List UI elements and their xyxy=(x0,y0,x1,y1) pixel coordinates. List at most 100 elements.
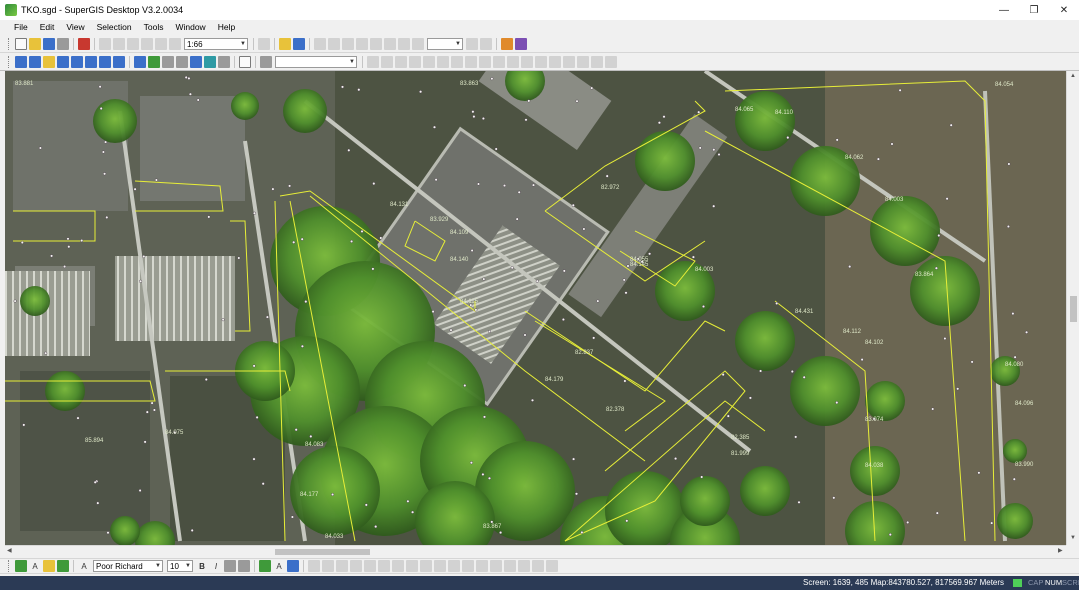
copy-icon[interactable] xyxy=(113,38,125,50)
align-tool-icon[interactable] xyxy=(546,560,558,572)
scroll-left-icon[interactable]: ◀ xyxy=(7,547,12,554)
layout-tool-icon[interactable] xyxy=(466,38,478,50)
overview-icon[interactable] xyxy=(218,55,230,68)
align-tool-icon[interactable] xyxy=(308,560,320,572)
fill-bucket-icon[interactable] xyxy=(259,560,271,572)
menu-selection[interactable]: Selection xyxy=(91,22,138,32)
sketch-tool-icon[interactable] xyxy=(437,55,449,68)
open-folder-icon[interactable] xyxy=(29,38,41,50)
hand-icon[interactable] xyxy=(258,38,270,50)
align-tool-icon[interactable] xyxy=(420,560,432,572)
identify-icon[interactable] xyxy=(134,55,146,68)
restore-button[interactable]: ❐ xyxy=(1019,0,1049,20)
redo-icon[interactable] xyxy=(169,38,181,50)
close-button[interactable]: ✕ xyxy=(1049,0,1079,20)
sketch-tool-icon[interactable] xyxy=(549,55,561,68)
select-features-icon[interactable] xyxy=(148,55,160,68)
sketch-tool-icon[interactable] xyxy=(479,55,491,68)
align-tool-icon[interactable] xyxy=(406,560,418,572)
sketch-tool-icon[interactable] xyxy=(507,55,519,68)
font-size-combo[interactable]: 10 ▼ xyxy=(167,560,193,572)
align-tool-icon[interactable] xyxy=(378,560,390,572)
toolbar-grip[interactable] xyxy=(8,55,11,68)
layout-tool-icon[interactable] xyxy=(480,38,492,50)
layout-tool-icon[interactable] xyxy=(398,38,410,50)
zoom-layer-icon[interactable] xyxy=(85,55,97,68)
align-tool-icon[interactable] xyxy=(490,560,502,572)
menu-view[interactable]: View xyxy=(60,22,90,32)
menu-window[interactable]: Window xyxy=(169,22,211,32)
menu-edit[interactable]: Edit xyxy=(34,22,61,32)
sketch-tool-icon[interactable] xyxy=(395,55,407,68)
sketch-tool-icon[interactable] xyxy=(409,55,421,68)
sketch-tool-icon[interactable] xyxy=(563,55,575,68)
measure-icon[interactable] xyxy=(190,55,202,68)
align-tool-icon[interactable] xyxy=(532,560,544,572)
align-tool-icon[interactable] xyxy=(448,560,460,572)
sketch-tool-icon[interactable] xyxy=(381,55,393,68)
help-pointer-icon[interactable] xyxy=(293,38,305,50)
new-document-icon[interactable] xyxy=(15,38,27,50)
vertical-scroll-thumb[interactable] xyxy=(1070,296,1077,322)
align-tool-icon[interactable] xyxy=(322,560,334,572)
layout-tool-icon[interactable] xyxy=(314,38,326,50)
font-color-icon[interactable]: A xyxy=(273,560,285,572)
minimize-button[interactable]: — xyxy=(989,0,1019,20)
layout-tool-icon[interactable] xyxy=(342,38,354,50)
sketch-tool-icon[interactable] xyxy=(521,55,533,68)
paste-icon[interactable] xyxy=(127,38,139,50)
layout-zoom-combo[interactable]: ▼ xyxy=(427,38,463,50)
scroll-right-icon[interactable]: ▶ xyxy=(1058,547,1063,554)
undo-icon[interactable] xyxy=(155,38,167,50)
forward-arrow-icon[interactable] xyxy=(113,55,125,68)
cube-icon[interactable] xyxy=(515,38,527,50)
scroll-down-icon[interactable]: ▼ xyxy=(1070,535,1076,541)
binoculars-icon[interactable] xyxy=(176,55,188,68)
save-icon[interactable] xyxy=(43,38,55,50)
layout-tool-icon[interactable] xyxy=(328,38,340,50)
line-color-icon[interactable] xyxy=(57,560,69,572)
align-tool-icon[interactable] xyxy=(504,560,516,572)
align-tool-icon[interactable] xyxy=(350,560,362,572)
sketch-tool-icon[interactable] xyxy=(493,55,505,68)
align-tool-icon[interactable] xyxy=(518,560,530,572)
sketch-tool-icon[interactable] xyxy=(465,55,477,68)
layout-tool-icon[interactable] xyxy=(370,38,382,50)
back-arrow-icon[interactable] xyxy=(99,55,111,68)
hyperlink-icon[interactable] xyxy=(204,55,216,68)
align-tool-icon[interactable] xyxy=(462,560,474,572)
toolbox-icon[interactable] xyxy=(501,38,513,50)
align-tool-icon[interactable] xyxy=(476,560,488,572)
edit-tool-icon[interactable] xyxy=(367,55,379,68)
menu-file[interactable]: File xyxy=(8,22,34,32)
cut-icon[interactable] xyxy=(99,38,111,50)
horizontal-scrollbar[interactable]: ◀ ▶ xyxy=(5,545,1066,557)
fill-color-icon[interactable] xyxy=(43,560,55,572)
sketch-tool-icon[interactable] xyxy=(577,55,589,68)
align-tool-icon[interactable] xyxy=(336,560,348,572)
layout-tool-icon[interactable] xyxy=(356,38,368,50)
align-tool-icon[interactable] xyxy=(434,560,446,572)
orthophoto-map[interactable]: 83.881 83.863 84.131 83.929 84.109 84.140 84.1… xyxy=(5,71,1066,545)
magnifier-window-icon[interactable] xyxy=(239,55,251,68)
scale-combo[interactable]: 1:66 ▼ xyxy=(184,38,248,50)
sketch-tool-icon[interactable] xyxy=(605,55,617,68)
layout-tool-icon[interactable] xyxy=(412,38,424,50)
edit-target-combo[interactable]: ▼ xyxy=(275,55,357,68)
italic-button[interactable]: I xyxy=(210,560,222,572)
lightbulb-icon[interactable] xyxy=(279,38,291,50)
sketch-tool-icon[interactable] xyxy=(423,55,435,68)
map-view[interactable]: 83.881 83.863 84.131 83.929 84.109 84.140 84.1… xyxy=(5,71,1066,545)
add-data-icon[interactable] xyxy=(78,38,90,50)
menu-help[interactable]: Help xyxy=(212,22,241,32)
print-icon[interactable] xyxy=(57,38,69,50)
toolbar-grip[interactable] xyxy=(8,560,11,572)
sketch-tool-icon[interactable] xyxy=(451,55,463,68)
fixed-zoom-icon[interactable] xyxy=(57,55,69,68)
find-icon[interactable] xyxy=(162,55,174,68)
toolbar-grip[interactable] xyxy=(8,38,11,50)
horizontal-scroll-thumb[interactable] xyxy=(275,549,370,555)
sketch-tool-icon[interactable] xyxy=(591,55,603,68)
delete-icon[interactable] xyxy=(141,38,153,50)
layout-tool-icon[interactable] xyxy=(384,38,396,50)
